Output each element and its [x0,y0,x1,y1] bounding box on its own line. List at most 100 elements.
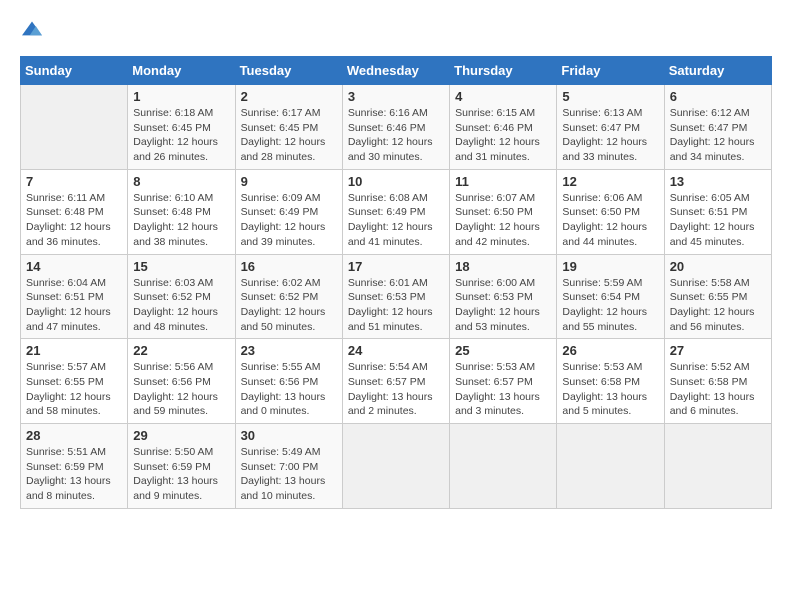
day-number: 26 [562,343,658,358]
day-number: 27 [670,343,766,358]
day-cell: 7Sunrise: 6:11 AM Sunset: 6:48 PM Daylig… [21,169,128,254]
day-number: 25 [455,343,551,358]
day-info: Sunrise: 6:16 AM Sunset: 6:46 PM Dayligh… [348,106,444,165]
header-monday: Monday [128,57,235,85]
day-number: 15 [133,259,229,274]
day-number: 12 [562,174,658,189]
day-cell [21,85,128,170]
logo-icon [20,20,44,40]
day-cell: 2 Sunrise: 6:17 AM Sunset: 6:45 PM Daylig… [235,85,342,170]
week-row-5: 28 Sunrise: 5:51 AM Sunset: 6:59 PM Dayli… [21,424,772,509]
day-cell: 23Sunrise: 5:55 AM Sunset: 6:56 PM Dayli… [235,339,342,424]
day-info: Sunrise: 5:57 AM Sunset: 6:55 PM Dayligh… [26,360,122,419]
day-cell [342,424,449,509]
header-wednesday: Wednesday [342,57,449,85]
day-number: 6 [670,89,766,104]
week-row-1: 1 Sunrise: 6:18 AM Sunset: 6:45 PM Daylig… [21,85,772,170]
day-cell: 8 Sunrise: 6:10 AM Sunset: 6:48 PM Daylig… [128,169,235,254]
day-number: 20 [670,259,766,274]
day-cell: 27 Sunrise: 5:52 AM Sunset: 6:58 PM Dayli… [664,339,771,424]
day-number: 29 [133,428,229,443]
day-number: 3 [348,89,444,104]
day-info: Sunrise: 5:55 AM Sunset: 6:56 PM Dayligh… [241,360,337,419]
day-cell: 4Sunrise: 6:15 AM Sunset: 6:46 PM Daylig… [450,85,557,170]
day-number: 30 [241,428,337,443]
day-cell: 12 Sunrise: 6:06 AM Sunset: 6:50 PM Dayli… [557,169,664,254]
day-info: Sunrise: 5:50 AM Sunset: 6:59 PM Dayligh… [133,445,229,504]
day-cell: 17 Sunrise: 6:01 AM Sunset: 6:53 PM Dayli… [342,254,449,339]
day-number: 8 [133,174,229,189]
day-cell [450,424,557,509]
day-info: Sunrise: 6:07 AM Sunset: 6:50 PM Dayligh… [455,191,551,250]
day-number: 5 [562,89,658,104]
day-cell: 3 Sunrise: 6:16 AM Sunset: 6:46 PM Daylig… [342,85,449,170]
day-cell: 20 Sunrise: 5:58 AM Sunset: 6:55 PM Dayli… [664,254,771,339]
day-cell: 11 Sunrise: 6:07 AM Sunset: 6:50 PM Dayli… [450,169,557,254]
day-cell [664,424,771,509]
day-info: Sunrise: 5:58 AM Sunset: 6:55 PM Dayligh… [670,276,766,335]
day-cell: 6 Sunrise: 6:12 AM Sunset: 6:47 PM Daylig… [664,85,771,170]
day-cell: 30Sunrise: 5:49 AM Sunset: 7:00 PM Dayli… [235,424,342,509]
day-number: 16 [241,259,337,274]
day-number: 24 [348,343,444,358]
day-number: 19 [562,259,658,274]
day-number: 22 [133,343,229,358]
day-cell: 29 Sunrise: 5:50 AM Sunset: 6:59 PM Dayli… [128,424,235,509]
day-cell: 5 Sunrise: 6:13 AM Sunset: 6:47 PM Daylig… [557,85,664,170]
week-row-3: 14 Sunrise: 6:04 AM Sunset: 6:51 PM Dayli… [21,254,772,339]
day-info: Sunrise: 6:13 AM Sunset: 6:47 PM Dayligh… [562,106,658,165]
day-cell: 16 Sunrise: 6:02 AM Sunset: 6:52 PM Dayli… [235,254,342,339]
day-number: 14 [26,259,122,274]
day-number: 18 [455,259,551,274]
days-header-row: SundayMondayTuesdayWednesdayThursdayFrid… [21,57,772,85]
day-info: Sunrise: 6:03 AM Sunset: 6:52 PM Dayligh… [133,276,229,335]
day-info: Sunrise: 5:53 AM Sunset: 6:58 PM Dayligh… [562,360,658,419]
day-cell [557,424,664,509]
day-info: Sunrise: 6:10 AM Sunset: 6:48 PM Dayligh… [133,191,229,250]
day-number: 2 [241,89,337,104]
day-cell: 22 Sunrise: 5:56 AM Sunset: 6:56 PM Dayli… [128,339,235,424]
day-info: Sunrise: 5:59 AM Sunset: 6:54 PM Dayligh… [562,276,658,335]
day-cell: 26 Sunrise: 5:53 AM Sunset: 6:58 PM Dayli… [557,339,664,424]
day-info: Sunrise: 6:00 AM Sunset: 6:53 PM Dayligh… [455,276,551,335]
day-cell: 9 Sunrise: 6:09 AM Sunset: 6:49 PM Daylig… [235,169,342,254]
day-info: Sunrise: 6:01 AM Sunset: 6:53 PM Dayligh… [348,276,444,335]
calendar-table: SundayMondayTuesdayWednesdayThursdayFrid… [20,56,772,509]
header-saturday: Saturday [664,57,771,85]
day-info: Sunrise: 6:12 AM Sunset: 6:47 PM Dayligh… [670,106,766,165]
day-number: 13 [670,174,766,189]
header-tuesday: Tuesday [235,57,342,85]
day-info: Sunrise: 6:04 AM Sunset: 6:51 PM Dayligh… [26,276,122,335]
day-cell: 13 Sunrise: 6:05 AM Sunset: 6:51 PM Dayli… [664,169,771,254]
logo [20,20,48,40]
day-number: 17 [348,259,444,274]
day-info: Sunrise: 5:51 AM Sunset: 6:59 PM Dayligh… [26,445,122,504]
day-number: 21 [26,343,122,358]
day-info: Sunrise: 6:02 AM Sunset: 6:52 PM Dayligh… [241,276,337,335]
day-cell: 25 Sunrise: 5:53 AM Sunset: 6:57 PM Dayli… [450,339,557,424]
day-number: 9 [241,174,337,189]
day-info: Sunrise: 6:05 AM Sunset: 6:51 PM Dayligh… [670,191,766,250]
day-info: Sunrise: 5:53 AM Sunset: 6:57 PM Dayligh… [455,360,551,419]
header-thursday: Thursday [450,57,557,85]
day-number: 7 [26,174,122,189]
day-info: Sunrise: 5:56 AM Sunset: 6:56 PM Dayligh… [133,360,229,419]
day-info: Sunrise: 6:18 AM Sunset: 6:45 PM Dayligh… [133,106,229,165]
day-cell: 28 Sunrise: 5:51 AM Sunset: 6:59 PM Dayli… [21,424,128,509]
day-number: 28 [26,428,122,443]
day-cell: 15 Sunrise: 6:03 AM Sunset: 6:52 PM Dayli… [128,254,235,339]
day-info: Sunrise: 5:54 AM Sunset: 6:57 PM Dayligh… [348,360,444,419]
page-header [20,20,772,40]
day-number: 1 [133,89,229,104]
day-info: Sunrise: 5:52 AM Sunset: 6:58 PM Dayligh… [670,360,766,419]
day-cell: 1 Sunrise: 6:18 AM Sunset: 6:45 PM Daylig… [128,85,235,170]
day-info: Sunrise: 6:09 AM Sunset: 6:49 PM Dayligh… [241,191,337,250]
day-cell: 24 Sunrise: 5:54 AM Sunset: 6:57 PM Dayli… [342,339,449,424]
header-friday: Friday [557,57,664,85]
day-info: Sunrise: 6:17 AM Sunset: 6:45 PM Dayligh… [241,106,337,165]
week-row-4: 21 Sunrise: 5:57 AM Sunset: 6:55 PM Dayli… [21,339,772,424]
day-info: Sunrise: 6:06 AM Sunset: 6:50 PM Dayligh… [562,191,658,250]
day-number: 11 [455,174,551,189]
header-sunday: Sunday [21,57,128,85]
day-info: Sunrise: 6:08 AM Sunset: 6:49 PM Dayligh… [348,191,444,250]
